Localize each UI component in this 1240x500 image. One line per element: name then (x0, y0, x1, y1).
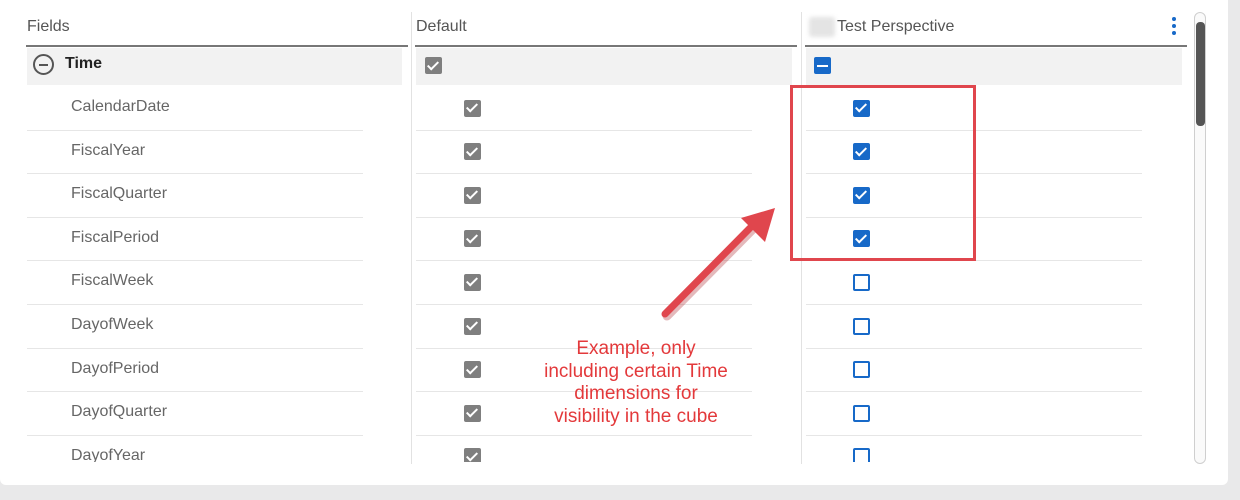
default-checkbox[interactable] (464, 230, 481, 248)
default-checkbox[interactable] (464, 317, 481, 335)
header-perspective: Test Perspective (837, 18, 955, 35)
header-rule-perspective (805, 45, 1187, 47)
annotation-line: visibility in the cube (554, 405, 718, 427)
row-divider (27, 216, 363, 218)
perspective-checkbox[interactable] (853, 404, 870, 422)
default-checkbox[interactable] (464, 448, 481, 462)
field-label: DayofPeriod (71, 359, 160, 377)
field-label: DayofYear (71, 446, 146, 462)
row-divider (27, 260, 363, 262)
annotation-line: including certain Time (544, 360, 728, 382)
header-fields: Fields (27, 18, 70, 35)
scrollbar-thumb[interactable] (1196, 22, 1205, 126)
row-divider (27, 347, 363, 349)
row-divider (27, 303, 363, 305)
default-checkbox[interactable] (464, 99, 481, 117)
row-divider (27, 129, 363, 131)
field-label: DayofQuarter (71, 403, 168, 421)
perspective-checkbox[interactable] (853, 448, 870, 462)
header-default: Default (416, 18, 467, 35)
row-divider (416, 173, 752, 175)
group-row-bg (416, 48, 792, 85)
field-label: FiscalWeek (71, 272, 154, 290)
group-row-bg (806, 48, 1182, 85)
perspective-checkbox[interactable] (853, 273, 870, 291)
annotation-line: dimensions for (574, 383, 698, 404)
row-divider (416, 434, 752, 436)
group-perspective-checkbox[interactable] (814, 57, 831, 74)
default-checkbox[interactable] (464, 404, 481, 422)
kebab-menu-icon[interactable] (1168, 16, 1180, 38)
annotation-text: Example, only including certain Time dim… (525, 338, 747, 428)
field-label: FiscalPeriod (71, 228, 160, 246)
row-divider (416, 129, 752, 131)
row-divider (416, 216, 752, 218)
row-divider (806, 391, 1142, 393)
row-divider (27, 434, 363, 436)
field-label: DayofWeek (71, 316, 154, 333)
perspective-checkbox[interactable] (853, 361, 870, 379)
default-checkbox[interactable] (464, 273, 481, 291)
row-divider (806, 347, 1142, 349)
row-divider (806, 434, 1142, 436)
default-checkbox[interactable] (464, 143, 481, 161)
row-divider (27, 173, 363, 175)
default-checkbox[interactable] (464, 361, 481, 379)
perspective-checkbox[interactable] (853, 317, 870, 335)
field-label: FiscalYear (71, 141, 146, 159)
row-divider (416, 303, 752, 305)
group-default-checkbox[interactable] (425, 57, 442, 74)
row-divider (27, 391, 363, 393)
row-divider (416, 260, 752, 262)
collapse-minus-icon[interactable] (33, 54, 54, 75)
annotation-line: Example, only (576, 338, 696, 359)
header-rule-fields (26, 45, 408, 47)
blurred-perspective-prefix (809, 17, 835, 37)
field-label: FiscalQuarter (71, 185, 168, 203)
field-label: CalendarDate (71, 98, 170, 115)
group-label-time: Time (65, 55, 103, 72)
default-checkbox[interactable] (464, 186, 481, 204)
header-rule-default (415, 45, 797, 47)
row-divider (806, 303, 1142, 305)
highlight-box (790, 85, 976, 261)
